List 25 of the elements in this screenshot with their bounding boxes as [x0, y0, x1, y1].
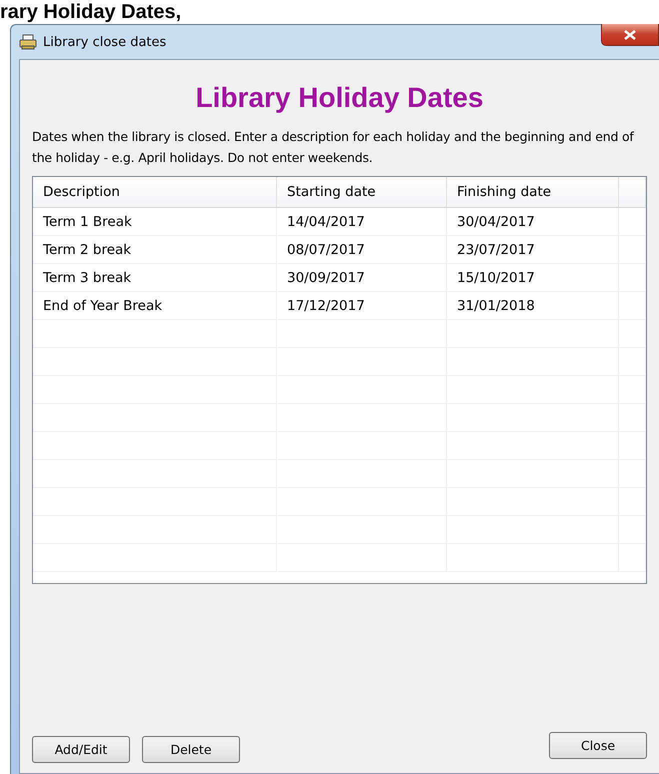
table-cell: Term 2 break: [33, 236, 277, 263]
table-cell: 30/09/2017: [277, 264, 447, 291]
table-cell: 14/04/2017: [277, 208, 447, 235]
action-button[interactable]: Delete: [142, 736, 240, 763]
table-cell: 17/12/2017: [277, 292, 447, 319]
dialog-heading: Library Holiday Dates: [194, 82, 484, 114]
action-button[interactable]: Add/Edit: [32, 736, 130, 763]
close-dialog-button[interactable]: Close: [549, 732, 647, 759]
close-button[interactable]: [601, 24, 659, 46]
table-cell: 30/04/2017: [447, 208, 619, 235]
page-heading: rary Holiday Dates,: [0, 0, 182, 24]
close-icon: [624, 30, 636, 40]
column-header[interactable]: Finishing date: [447, 177, 619, 207]
column-header[interactable]: Description: [33, 177, 277, 207]
window-title: Library close dates: [43, 34, 166, 50]
table-cell: End of Year Break: [33, 292, 277, 319]
table-cell: 15/10/2017: [447, 264, 619, 291]
table-cell: 31/01/2018: [447, 292, 619, 319]
printer-icon: [19, 34, 37, 50]
table-cell: 08/07/2017: [277, 236, 447, 263]
table-cell: Term 1 Break: [33, 208, 277, 235]
description-text: Dates when the library is closed. Enter a description for each holiday and the beginning and end of the holiday - e.g. April holidays. Do not enter weekends.: [32, 128, 635, 167]
table-cell: Term 3 break: [33, 264, 277, 291]
column-header[interactable]: Starting date: [277, 177, 447, 207]
table-cell: 23/07/2017: [447, 236, 619, 263]
